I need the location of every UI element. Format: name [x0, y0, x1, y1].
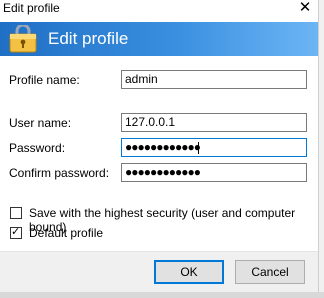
header-title: Edit profile [48, 29, 129, 48]
text-caret [197, 141, 199, 154]
cancel-button[interactable]: Cancel [235, 260, 305, 284]
profile-name-label: Profile name: [9, 73, 80, 87]
ok-button[interactable]: OK [154, 260, 224, 284]
password-input[interactable]: ●●●●●●●●●●●● [121, 138, 307, 157]
confirm-password-label: Confirm password: [9, 166, 110, 180]
window-edge [318, 0, 324, 298]
title-bar: Edit profile ✕ [0, 0, 324, 18]
window-bottom-edge [0, 292, 324, 298]
window-title: Edit profile [3, 1, 60, 15]
close-icon[interactable]: ✕ [296, 0, 314, 16]
user-name-input[interactable]: 127.0.0.1 [121, 113, 307, 132]
profile-name-input[interactable]: admin [121, 70, 307, 89]
dialog-header: Edit profile [0, 22, 318, 56]
password-value: ●●●●●●●●●●●● [125, 140, 201, 154]
password-label: Password: [9, 141, 66, 155]
confirm-password-input[interactable]: ●●●●●●●●●●●● [121, 163, 307, 182]
default-profile-checkbox[interactable]: ✓ [10, 226, 22, 239]
highest-security-checkbox[interactable] [10, 207, 22, 219]
user-name-label: User name: [9, 116, 72, 130]
default-profile-label[interactable]: Default profile [29, 226, 103, 240]
lock-icon [9, 25, 37, 53]
checkmark-icon: ✓ [11, 226, 21, 238]
